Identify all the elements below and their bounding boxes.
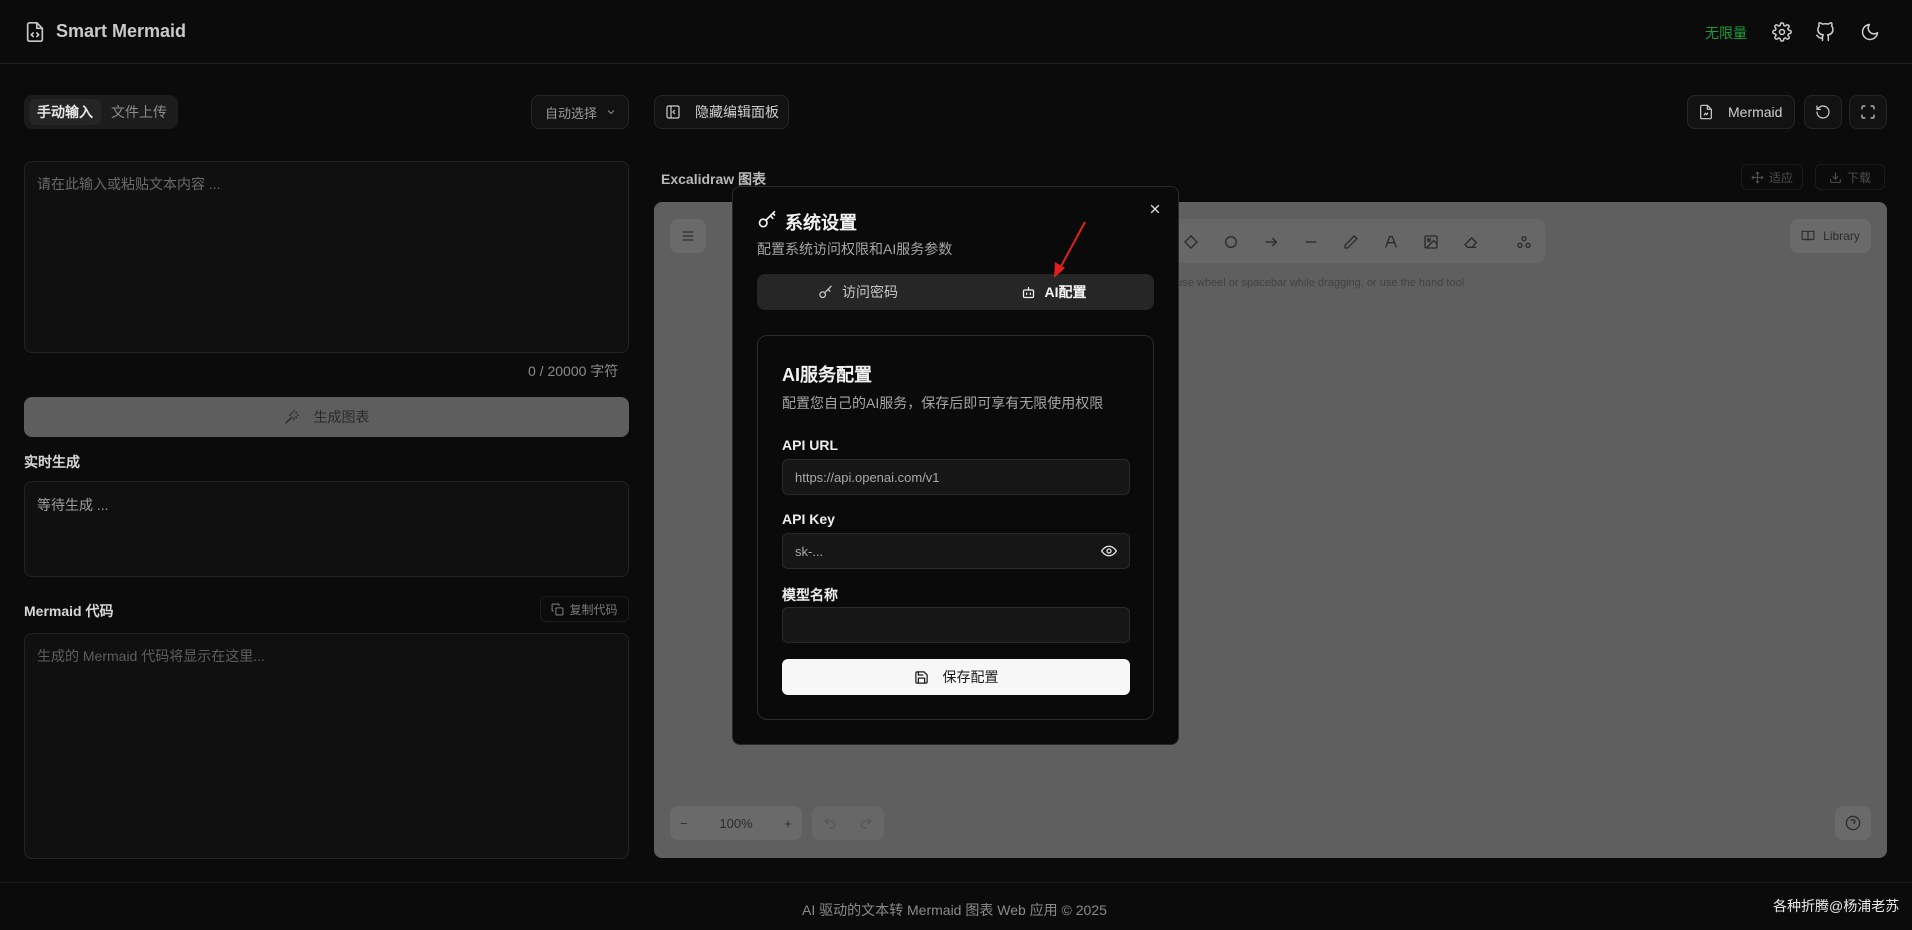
copy-code-button[interactable]: 复制代码 (540, 596, 629, 622)
footer-divider (0, 882, 1912, 883)
hide-panel-label: 隐藏编辑面板 (695, 104, 779, 120)
annotation-arrow-icon (1054, 221, 1086, 278)
library-label: Library (1823, 229, 1860, 243)
tab-manual-input[interactable]: 手动输入 (29, 99, 101, 125)
bot-icon (1022, 286, 1034, 298)
mermaid-code-editor[interactable]: 生成的 Mermaid 代码将显示在这里... (24, 633, 629, 859)
card-title: AI服务配置 (782, 365, 872, 385)
api-key-label: API Key (782, 511, 835, 527)
text-tool-icon[interactable] (1380, 231, 1402, 253)
mermaid-code-label: Mermaid 代码 (24, 603, 114, 619)
file-chart-icon (1700, 104, 1712, 120)
file-code-icon (26, 22, 44, 42)
save-config-button[interactable]: 保存配置 (782, 659, 1130, 695)
tab-file-upload[interactable]: 文件上传 (106, 99, 172, 125)
watermark: 各种折腾@杨浦老苏 (1773, 898, 1900, 914)
dialog-title: 系统设置 (785, 213, 857, 233)
chevron-down-icon (607, 110, 615, 115)
library-button[interactable]: Library (1790, 219, 1871, 253)
diamond-tool-icon[interactable] (1180, 231, 1202, 253)
fullscreen-button[interactable] (1849, 95, 1887, 129)
menu-icon (682, 231, 694, 241)
api-url-field[interactable]: https://api.openai.com/v1 (782, 459, 1130, 495)
download-button-label: 下载 (1846, 170, 1871, 185)
api-key-field[interactable]: sk-... (782, 533, 1130, 569)
live-section-label: 实时生成 (24, 454, 80, 470)
fit-button[interactable]: 适应 (1741, 164, 1803, 190)
text-input[interactable]: 请在此输入或粘贴文本内容 ... (24, 161, 629, 353)
save-config-label: 保存配置 (942, 669, 999, 685)
close-icon[interactable] (1146, 200, 1164, 218)
generate-chart-button[interactable]: 生成图表 (24, 397, 629, 437)
panel-left-icon (666, 105, 680, 119)
mermaid-view-button[interactable]: Mermaid (1687, 95, 1795, 129)
hide-panel-button[interactable]: 隐藏编辑面板 (654, 95, 789, 129)
eraser-tool-icon[interactable] (1460, 231, 1482, 253)
model-select[interactable]: 自动选择 (531, 95, 629, 129)
pencil-tool-icon[interactable] (1340, 231, 1362, 253)
app-title: Smart Mermaid (56, 21, 187, 41)
maximize-icon (1861, 105, 1875, 119)
tab-access-password-label: 访问密码 (842, 284, 898, 300)
copy-code-label: 复制代码 (569, 602, 618, 617)
fit-button-label: 适应 (1768, 170, 1793, 185)
ellipse-tool-icon[interactable] (1220, 231, 1242, 253)
book-open-icon (1801, 230, 1815, 241)
tab-ai-config-label: AI配置 (1044, 284, 1087, 300)
rotate-ccw-icon (1816, 105, 1830, 119)
tab-ai-config[interactable]: AI配置 (957, 278, 1150, 306)
redo-icon[interactable] (859, 816, 873, 830)
tab-access-password[interactable]: 访问密码 (761, 278, 955, 306)
help-button[interactable] (1835, 806, 1871, 840)
app-header (0, 0, 1912, 64)
image-tool-icon[interactable] (1420, 231, 1442, 253)
generate-button-label: 生成图表 (313, 409, 370, 425)
move-icon (1751, 170, 1764, 184)
zoom-level[interactable]: 100% (719, 816, 752, 831)
moon-icon[interactable] (1860, 22, 1880, 42)
card-subtitle: 配置您自己的AI服务，保存后即可享有无限使用权限 (782, 395, 1104, 411)
api-key-value: sk-... (795, 543, 824, 559)
undo-redo-controls (812, 806, 884, 840)
api-url-value: https://api.openai.com/v1 (795, 469, 940, 485)
undo-icon[interactable] (823, 816, 837, 830)
canvas-menu-button[interactable] (670, 219, 706, 253)
model-name-label: 模型名称 (782, 587, 838, 603)
quota-badge: 无限量 (1705, 25, 1747, 41)
reset-button[interactable] (1804, 95, 1842, 129)
gear-icon[interactable] (1772, 22, 1792, 42)
save-icon (914, 670, 928, 684)
shapes-tool-icon[interactable] (1513, 231, 1535, 253)
magic-wand-icon (284, 409, 299, 424)
api-url-label: API URL (782, 437, 838, 453)
key-icon (819, 285, 832, 298)
line-tool-icon[interactable] (1300, 231, 1322, 253)
eye-icon[interactable] (1101, 543, 1117, 559)
arrow-tool-icon[interactable] (1260, 231, 1282, 253)
download-button[interactable]: 下载 (1815, 164, 1885, 190)
model-name-field[interactable] (782, 607, 1130, 643)
footer-text: AI 驱动的文本转 Mermaid 图表 Web 应用 © 2025 (802, 902, 1107, 918)
key-icon (758, 210, 776, 228)
dialog-subtitle: 配置系统访问权限和AI服务参数 (757, 241, 953, 257)
github-icon[interactable] (1815, 22, 1835, 42)
copy-icon (552, 603, 564, 615)
zoom-controls: − 100% + (670, 806, 802, 840)
model-select-value: 自动选择 (545, 105, 598, 121)
download-icon (1830, 172, 1841, 183)
char-count: 0 / 20000 字符 (528, 363, 619, 379)
zoom-in-button[interactable]: + (784, 816, 792, 831)
live-status-box: 等待生成 ... (24, 481, 629, 577)
mermaid-button-label: Mermaid (1728, 104, 1783, 120)
zoom-out-button[interactable]: − (680, 816, 688, 831)
help-circle-icon (1845, 815, 1861, 831)
canvas-hint: ouse wheel or spacebar while dragging, o… (1170, 277, 1465, 289)
